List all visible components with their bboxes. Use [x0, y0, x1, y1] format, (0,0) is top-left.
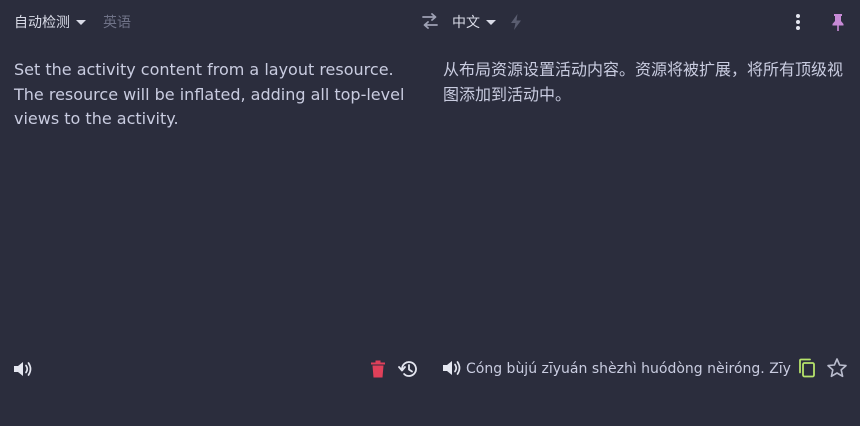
detected-language-label: 英语 — [103, 15, 131, 31]
target-language-dropdown[interactable]: 中文 — [452, 12, 496, 32]
star-icon[interactable] — [826, 357, 848, 379]
target-language-label: 中文 — [452, 15, 480, 31]
copy-icon[interactable] — [798, 358, 816, 378]
trash-icon[interactable] — [370, 360, 386, 378]
source-language-dropdown[interactable]: 自动检测 — [14, 12, 86, 32]
speaker-icon[interactable] — [441, 358, 463, 378]
caret-down-icon — [76, 20, 86, 25]
top-toolbar: 自动检测 英语 中文 — [0, 0, 860, 44]
caret-down-icon — [486, 20, 496, 25]
flash-icon[interactable] — [509, 13, 523, 31]
swap-icon[interactable] — [421, 12, 439, 30]
speaker-icon[interactable] — [12, 359, 34, 379]
source-text[interactable]: Set the activity content from a layout r… — [14, 58, 414, 132]
pin-icon[interactable] — [830, 12, 846, 32]
pinyin-text: Cóng bùjú zīyuán shèzhì huódòng nèiróng.… — [466, 361, 792, 377]
more-vertical-icon[interactable] — [790, 12, 806, 32]
source-language-label: 自动检测 — [14, 15, 70, 31]
translated-text: 从布局资源设置活动内容。资源将被扩展，将所有顶级视图添加到活动中。 — [443, 60, 844, 104]
history-icon[interactable] — [398, 359, 418, 379]
